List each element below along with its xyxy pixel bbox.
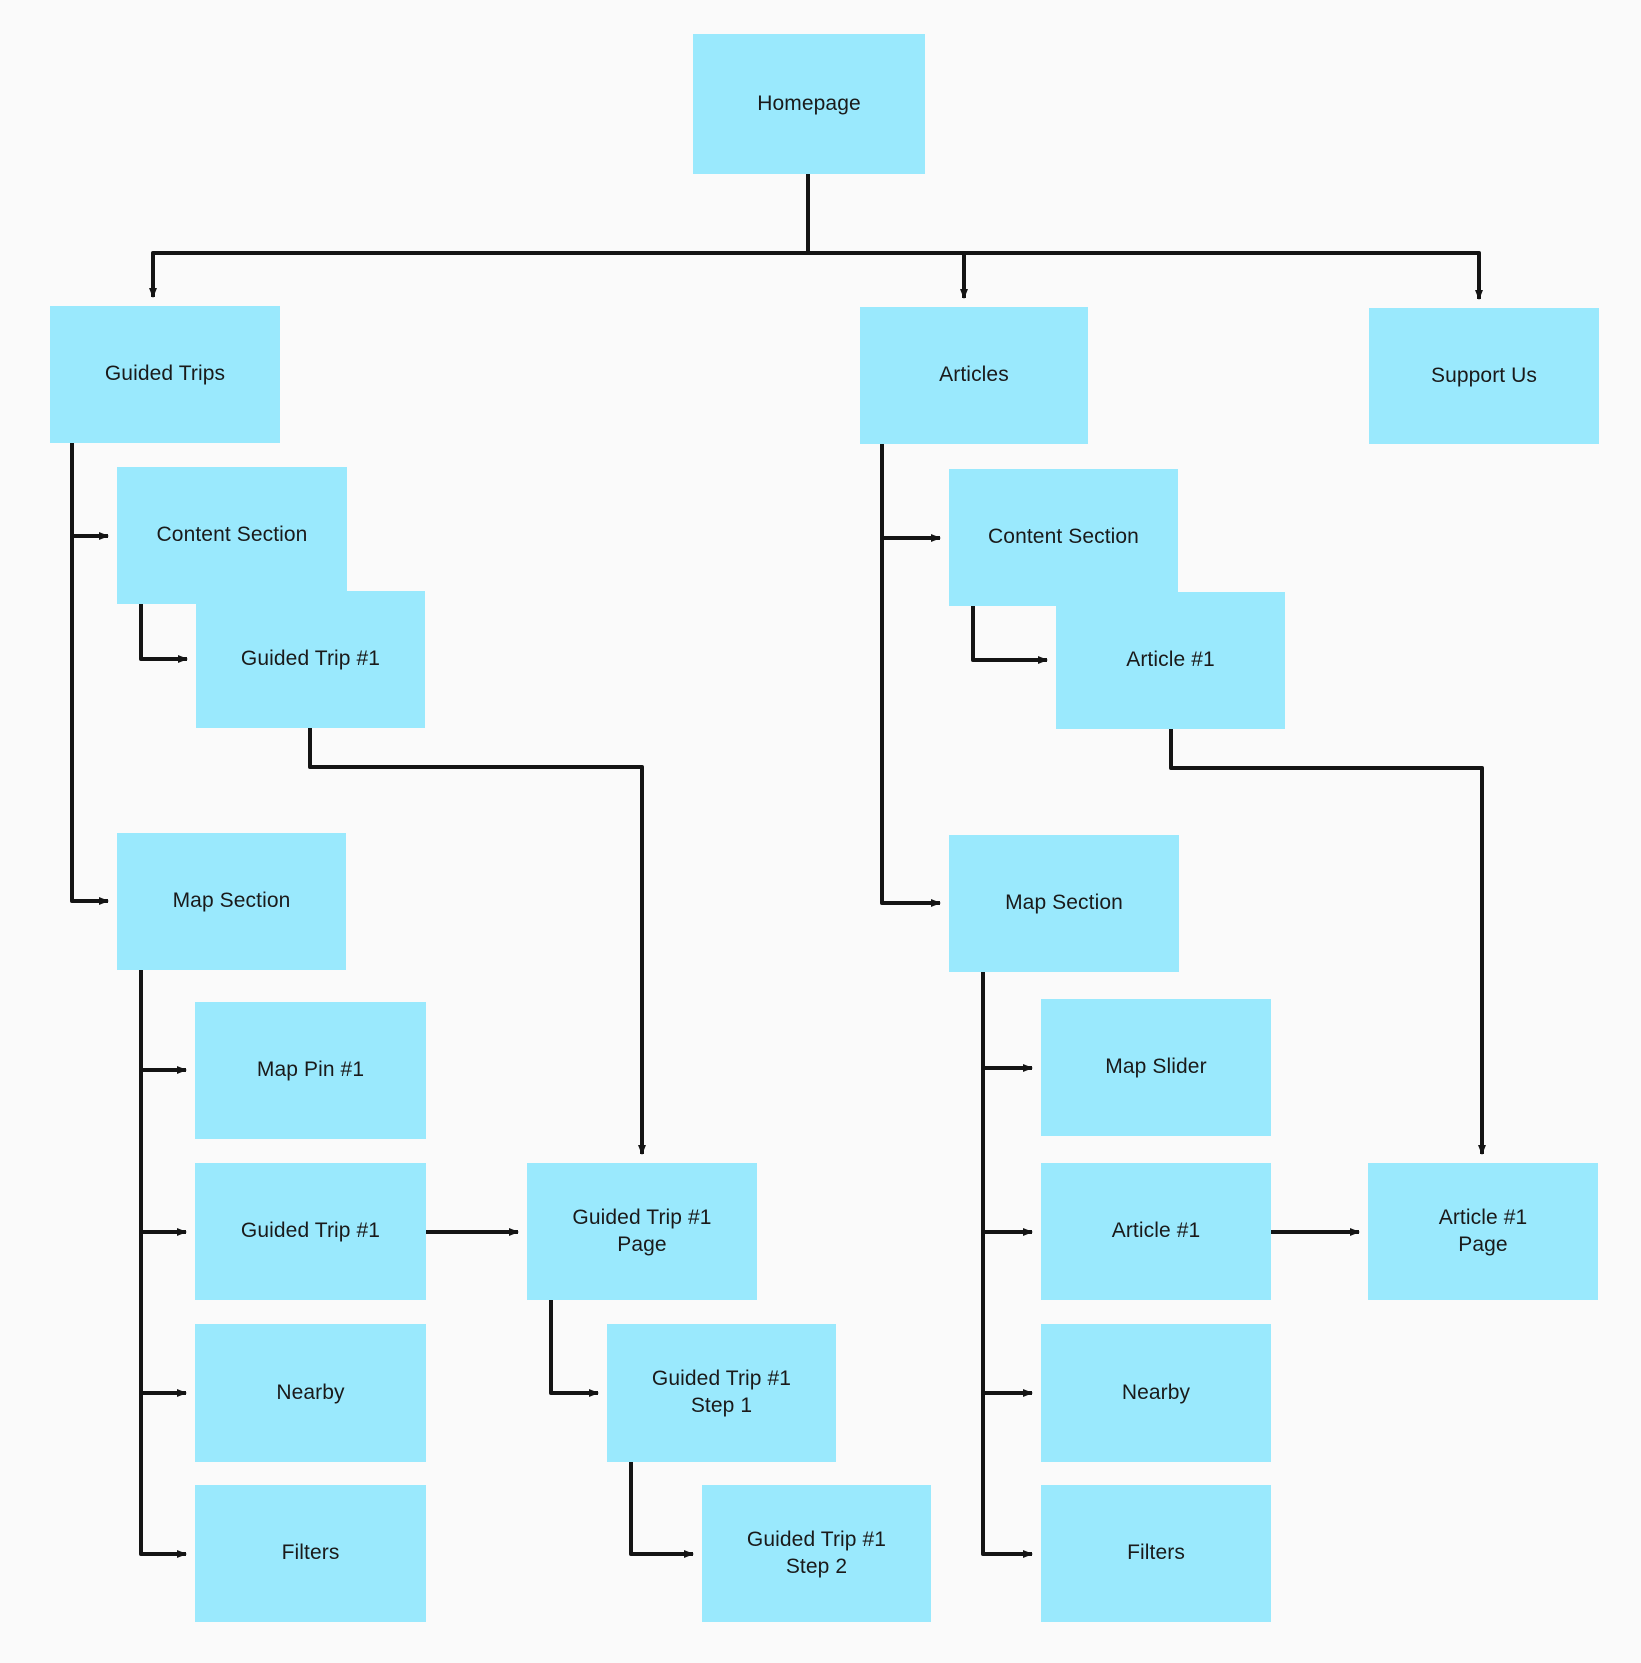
connector-gt-to-map-section — [70, 536, 109, 905]
connector-ar-content-to-article-1 — [971, 606, 1048, 664]
node-label-ar-content-section: Content Section — [988, 525, 1139, 549]
connector-map-section-to-nearby — [139, 1232, 187, 1397]
node-gt-guided-trip-1b[interactable]: Guided Trip #1 — [195, 1163, 426, 1300]
connector-ar-map-to-nearby — [981, 1232, 1033, 1397]
node-label-support-us: Support Us — [1430, 363, 1538, 387]
node-label-ar-article-1b: Article #1 — [1111, 1219, 1201, 1243]
node-label-gt-step-1: Guided Trip #1 Step 1 — [651, 1367, 792, 1417]
node-gt-page[interactable]: Guided Trip #1 Page — [527, 1163, 757, 1300]
connector-ar-map-to-map-slider — [981, 972, 1033, 1072]
node-support-us[interactable]: Support Us — [1369, 308, 1599, 444]
node-label-gt-content-section: Content Section — [156, 523, 308, 547]
node-gt-nearby[interactable]: Nearby — [195, 1324, 426, 1462]
node-ar-page[interactable]: Article #1 Page — [1368, 1163, 1598, 1300]
node-ar-nearby[interactable]: Nearby — [1041, 1324, 1271, 1462]
connector-homepage-to-guided-trips — [149, 174, 810, 298]
connector-ar-to-content-section — [880, 444, 941, 542]
connector-gt-to-content-section — [70, 443, 109, 540]
connector-homepage-to-support-us — [808, 251, 1483, 300]
node-label-ar-filters: Filters — [1127, 1541, 1185, 1565]
connector-ar-map-to-filters — [981, 1393, 1033, 1558]
node-label-ar-map-section: Map Section — [1005, 891, 1123, 915]
node-label-gt-map-section: Map Section — [172, 889, 291, 913]
connector-ar-to-map-section — [880, 538, 941, 907]
connector-map-section-to-filters — [139, 1393, 187, 1558]
node-gt-step-2[interactable]: Guided Trip #1 Step 2 — [702, 1485, 931, 1622]
node-homepage[interactable]: Homepage — [693, 34, 925, 174]
node-gt-filters[interactable]: Filters — [195, 1485, 426, 1622]
node-label-ar-nearby: Nearby — [1121, 1380, 1191, 1404]
node-label-gt-page: Guided Trip #1 Page — [572, 1205, 712, 1256]
connector-ar-map-to-article-1b — [981, 1068, 1033, 1236]
connector-page-to-step-1 — [549, 1300, 599, 1397]
node-label-ar-map-slider: Map Slider — [1105, 1055, 1207, 1079]
node-guided-trips[interactable]: Guided Trips — [50, 306, 280, 443]
node-label-ar-article-1: Article #1 — [1126, 648, 1215, 672]
node-label-gt-filters: Filters — [281, 1541, 340, 1565]
connector-content-to-guided-trip-1 — [139, 604, 188, 663]
connector-homepage-to-articles — [808, 251, 968, 299]
node-label-homepage: Homepage — [757, 91, 861, 115]
node-gt-step-1[interactable]: Guided Trip #1 Step 1 — [607, 1324, 836, 1462]
node-label-gt-nearby: Nearby — [276, 1380, 345, 1404]
connector-map-section-to-gt-1b — [139, 1070, 187, 1236]
node-gt-guided-trip-1[interactable]: Guided Trip #1 — [196, 591, 425, 728]
node-gt-map-pin-1[interactable]: Map Pin #1 — [195, 1002, 426, 1139]
node-label-gt-guided-trip-1: Guided Trip #1 — [240, 647, 381, 671]
node-ar-map-slider[interactable]: Map Slider — [1041, 999, 1271, 1136]
node-label-ar-page: Article #1 Page — [1438, 1205, 1528, 1256]
node-label-gt-step-2: Guided Trip #1 Step 2 — [746, 1527, 887, 1578]
connector-map-section-to-map-pin-1 — [139, 970, 187, 1074]
node-label-guided-trips: Guided Trips — [104, 362, 226, 386]
node-ar-content-section[interactable]: Content Section — [949, 469, 1178, 606]
node-ar-article-1b[interactable]: Article #1 — [1041, 1163, 1271, 1300]
node-label-articles: Articles — [939, 363, 1009, 387]
node-label-gt-map-pin-1: Map Pin #1 — [256, 1058, 365, 1082]
node-gt-map-section[interactable]: Map Section — [117, 833, 346, 970]
node-articles[interactable]: Articles — [860, 307, 1088, 444]
node-gt-content-section[interactable]: Content Section — [117, 467, 347, 604]
node-label-gt-guided-trip-1b: Guided Trip #1 — [240, 1219, 381, 1243]
sitemap-diagram: Homepage Guided Trips Articles Support Us Co… — [0, 0, 1641, 1663]
connector-step-1-to-step-2 — [629, 1462, 694, 1558]
node-ar-article-1[interactable]: Article #1 — [1056, 592, 1285, 729]
node-ar-filters[interactable]: Filters — [1041, 1485, 1271, 1622]
node-ar-map-section[interactable]: Map Section — [949, 835, 1179, 972]
